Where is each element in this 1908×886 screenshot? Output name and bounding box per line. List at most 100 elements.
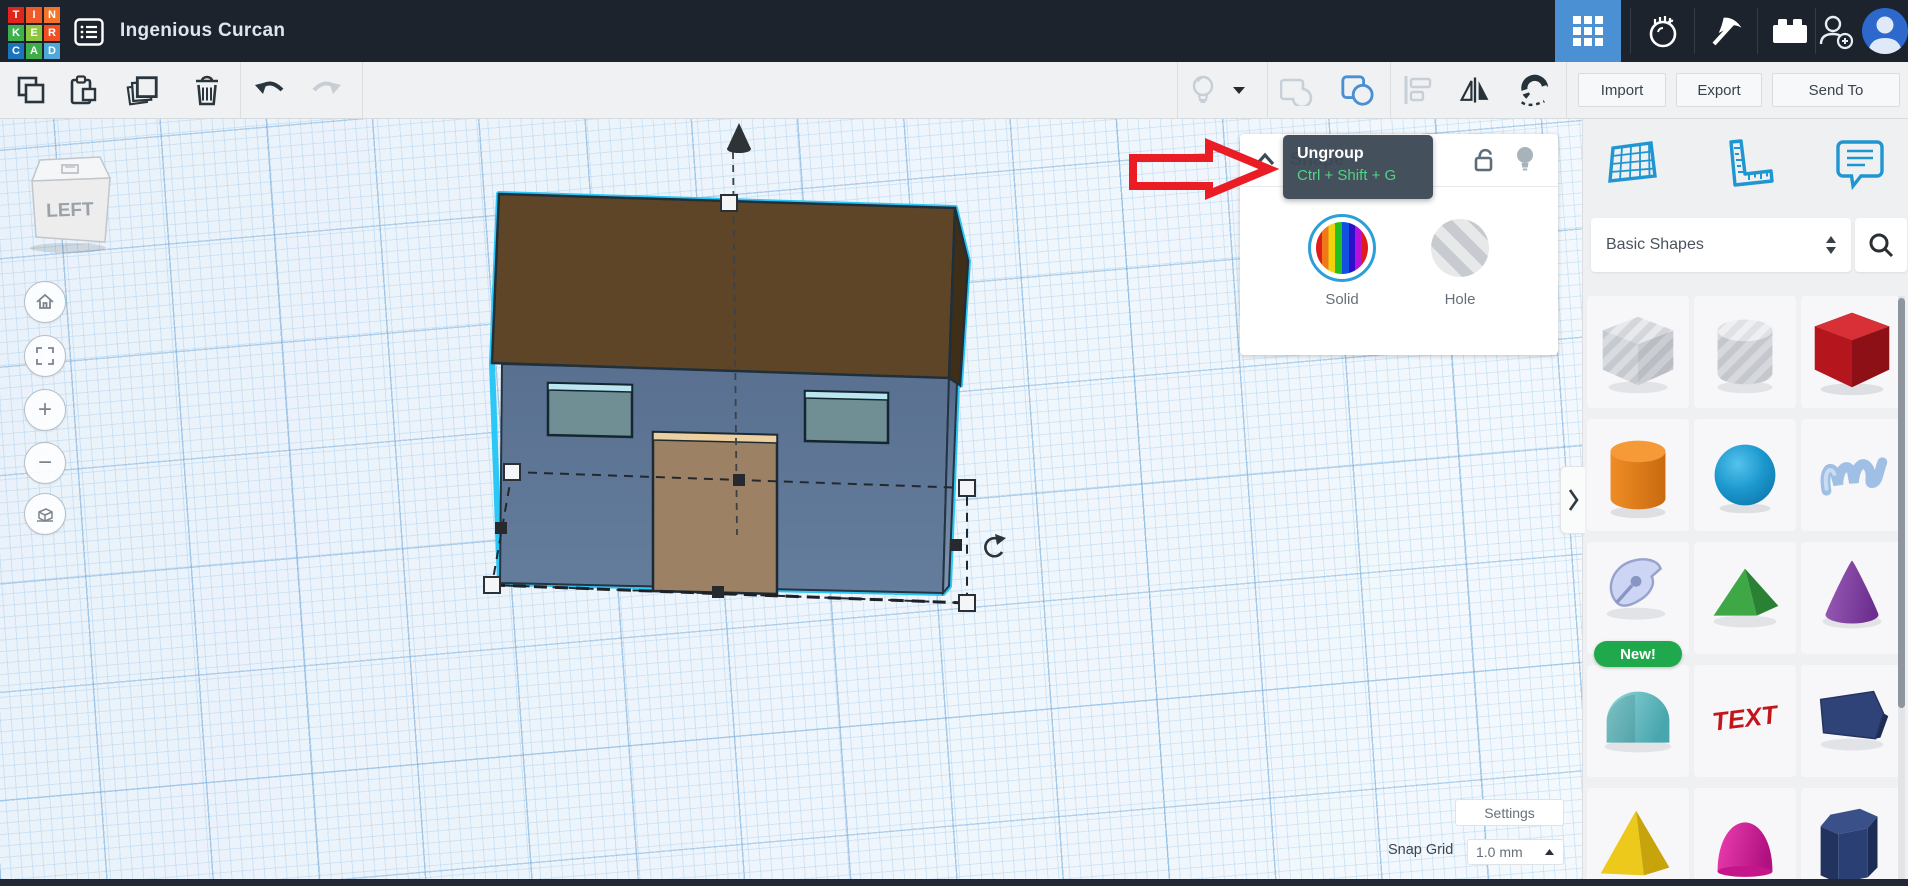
dropdown-caret-icon bbox=[1232, 85, 1246, 95]
simlab-apple-icon bbox=[1645, 12, 1681, 50]
settings-button[interactable]: Settings bbox=[1455, 799, 1564, 826]
workplane-tool[interactable] bbox=[1605, 136, 1661, 194]
apps-grid-button[interactable] bbox=[1555, 0, 1621, 62]
shape-tile-red-box[interactable] bbox=[1801, 296, 1903, 408]
search-icon bbox=[1868, 232, 1894, 258]
cylinder-hole-icon bbox=[1694, 296, 1796, 408]
shapes-scrollbar[interactable] bbox=[1898, 296, 1905, 880]
adjust-bulb-icon bbox=[1190, 74, 1216, 106]
solid-label: Solid bbox=[1294, 291, 1390, 308]
shape-tile-red-text[interactable]: TEXT bbox=[1694, 665, 1796, 777]
ruler-magnet-icon bbox=[1516, 72, 1550, 108]
snap-grid-select[interactable]: 1.0 mm bbox=[1467, 839, 1564, 865]
shape-tile-box-hole[interactable] bbox=[1587, 296, 1689, 408]
delete-button[interactable] bbox=[190, 73, 224, 107]
shape-tile-orange-cylinder[interactable] bbox=[1587, 419, 1689, 531]
shape-tile-teal-round-roof[interactable] bbox=[1587, 665, 1689, 777]
zoom-out-icon: − bbox=[38, 451, 52, 475]
collapse-chevron-icon bbox=[1253, 150, 1277, 168]
shape-tile-blue-sphere[interactable] bbox=[1694, 419, 1796, 531]
box-hole-icon bbox=[1587, 296, 1689, 408]
ruler-icon bbox=[1719, 136, 1777, 194]
shape-tile-scribble-text[interactable] bbox=[1801, 419, 1903, 531]
shape-tile-cylinder-hole[interactable] bbox=[1694, 296, 1796, 408]
adjust-bulb-button[interactable] bbox=[1186, 73, 1220, 107]
teal-round-roof-icon bbox=[1587, 665, 1689, 777]
perspective-toggle-button[interactable] bbox=[24, 493, 66, 535]
shape-tile-green-roof[interactable] bbox=[1694, 542, 1796, 654]
chevron-right-icon bbox=[1567, 487, 1579, 513]
duplicate-button[interactable] bbox=[126, 73, 160, 107]
home-view-button[interactable] bbox=[24, 281, 66, 323]
shape-tile-pink-paraboloid[interactable] bbox=[1694, 788, 1796, 886]
scrollbar-thumb[interactable] bbox=[1898, 298, 1905, 708]
red-box-icon bbox=[1801, 296, 1903, 408]
workplane-icon bbox=[1605, 136, 1661, 194]
design-menu-button[interactable] bbox=[74, 18, 104, 46]
group-button[interactable] bbox=[1280, 73, 1314, 107]
bulb-dropdown-button[interactable] bbox=[1226, 73, 1252, 107]
view-cube[interactable]: LEFT bbox=[20, 148, 126, 254]
undo-button[interactable] bbox=[252, 73, 286, 107]
fit-view-button[interactable] bbox=[24, 335, 66, 377]
hole-option[interactable]: Hole bbox=[1412, 214, 1508, 308]
zoom-in-button[interactable]: + bbox=[24, 389, 66, 431]
red-text-icon: TEXT bbox=[1694, 665, 1796, 777]
caret-up-icon bbox=[1544, 848, 1555, 856]
paste-button[interactable] bbox=[66, 73, 100, 107]
send-to-button[interactable]: Send To bbox=[1772, 73, 1900, 107]
flip-button[interactable] bbox=[1458, 73, 1492, 107]
add-person-icon bbox=[1816, 11, 1856, 51]
design-menu-icon bbox=[74, 18, 104, 46]
select-caret-icon bbox=[1825, 235, 1837, 255]
simlab-button[interactable] bbox=[1631, 0, 1694, 62]
shape-tile-blue-polygon[interactable] bbox=[1801, 665, 1903, 777]
invite-button[interactable] bbox=[1810, 0, 1862, 62]
ruler-magnet-button[interactable] bbox=[1516, 73, 1550, 107]
panel-collapse-tab[interactable] bbox=[1560, 466, 1585, 534]
search-shapes-button[interactable] bbox=[1855, 218, 1907, 272]
hole-label: Hole bbox=[1412, 291, 1508, 308]
redo-button[interactable] bbox=[310, 73, 344, 107]
notes-tool[interactable] bbox=[1833, 136, 1889, 194]
avatar-person-icon bbox=[1862, 8, 1908, 54]
collapse-panel-button[interactable] bbox=[1253, 150, 1277, 173]
tooltip-title: Ungroup bbox=[1297, 145, 1433, 163]
blocks-button[interactable] bbox=[1695, 0, 1758, 62]
perspective-icon bbox=[34, 503, 56, 525]
scribble-pen-icon bbox=[1587, 542, 1689, 654]
shape-tile-blue-hex-prism[interactable] bbox=[1801, 788, 1903, 886]
import-button[interactable]: Import bbox=[1578, 73, 1666, 107]
export-button[interactable]: Export bbox=[1676, 73, 1762, 107]
lock-button[interactable] bbox=[1472, 147, 1496, 178]
unlock-icon bbox=[1472, 147, 1496, 173]
shape-tile-yellow-pyramid[interactable] bbox=[1587, 788, 1689, 886]
solid-option[interactable]: Solid bbox=[1294, 214, 1390, 308]
zoom-out-button[interactable]: − bbox=[24, 442, 66, 484]
yellow-pyramid-icon bbox=[1587, 788, 1689, 886]
edit-toolbar: Import Export Send To bbox=[0, 62, 1908, 119]
avatar[interactable] bbox=[1862, 8, 1908, 54]
shape-tile-purple-cone[interactable] bbox=[1801, 542, 1903, 654]
ungroup-button[interactable] bbox=[1340, 73, 1374, 107]
flip-icon bbox=[1458, 74, 1492, 106]
lightbulb-icon bbox=[1514, 145, 1536, 174]
scribble-text-icon bbox=[1801, 419, 1903, 531]
category-select[interactable]: Basic Shapes bbox=[1591, 218, 1851, 272]
blocks-pickaxe-icon bbox=[1708, 12, 1746, 50]
design-title[interactable]: Ingenious Curcan bbox=[120, 0, 285, 62]
visibility-bulb-button[interactable] bbox=[1514, 145, 1536, 179]
home-view-icon bbox=[34, 291, 56, 313]
shape-tile-scribble-pen[interactable]: New! bbox=[1587, 542, 1689, 654]
align-button[interactable] bbox=[1400, 73, 1434, 107]
category-select-value: Basic Shapes bbox=[1606, 236, 1704, 254]
blue-sphere-icon bbox=[1694, 419, 1796, 531]
bricks-brick-icon bbox=[1770, 15, 1810, 47]
tinkercad-logo[interactable]: T I N K E R C A D bbox=[8, 7, 60, 59]
svg-text:TEXT: TEXT bbox=[1711, 701, 1782, 737]
notes-icon bbox=[1833, 136, 1887, 194]
orange-cylinder-icon bbox=[1587, 419, 1689, 531]
copy-button[interactable] bbox=[14, 73, 48, 107]
duplicate-icon bbox=[126, 73, 160, 107]
ruler-tool[interactable] bbox=[1719, 136, 1775, 194]
